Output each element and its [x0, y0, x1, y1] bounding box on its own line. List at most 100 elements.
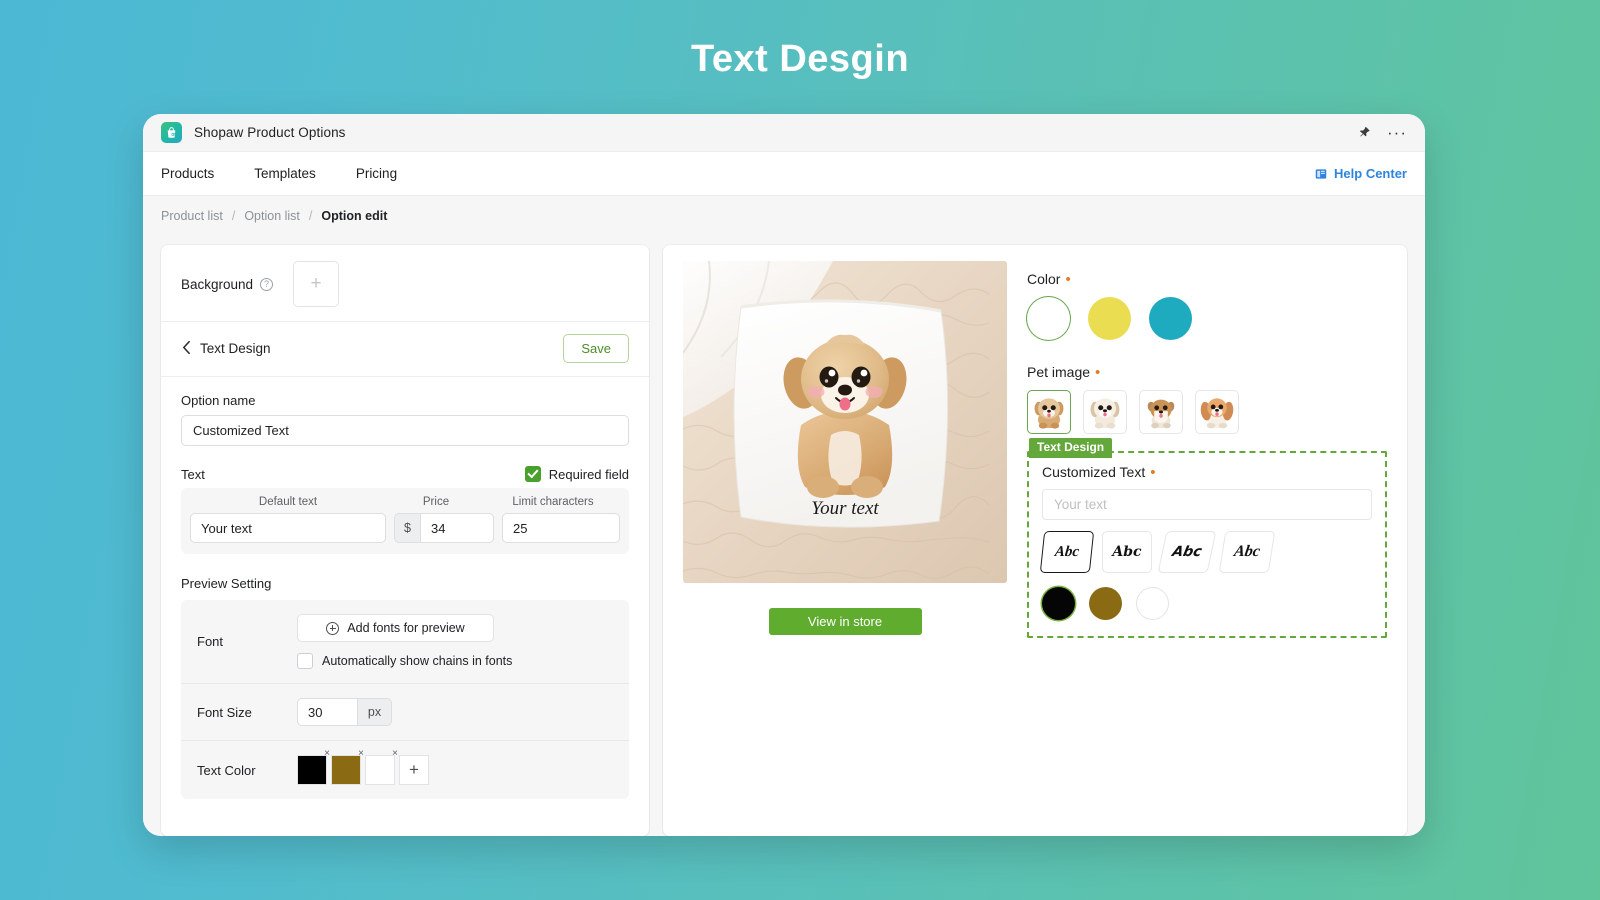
tab-products[interactable]: Products: [161, 166, 214, 181]
pet-thumb-golden-puppy[interactable]: [1027, 390, 1071, 434]
font-style-option-1[interactable]: Abc: [1039, 531, 1095, 573]
more-options-icon[interactable]: ···: [1387, 124, 1407, 141]
font-controls: Add fonts for preview Automatically show…: [297, 614, 613, 669]
required-marker: •: [1065, 270, 1071, 288]
view-in-store-button[interactable]: View in store: [768, 608, 922, 635]
pet-image-option-label: Pet image •: [1027, 364, 1387, 380]
color-swatch-yellow[interactable]: [1088, 297, 1131, 340]
tab-pricing[interactable]: Pricing: [356, 166, 397, 181]
main-nav: Products Templates Pricing Help Center: [143, 152, 1425, 196]
font-size-input[interactable]: 30: [297, 698, 357, 726]
app-title: Shopaw Product Options: [194, 125, 346, 140]
book-icon: [1314, 167, 1328, 181]
text-color-swatch[interactable]: ×: [365, 749, 398, 785]
app-window: Shopaw Product Options ··· Products Temp…: [143, 114, 1425, 836]
required-field-checkbox[interactable]: [524, 466, 541, 482]
breadcrumb-separator: /: [231, 208, 236, 223]
product-preview-image: Your text: [683, 261, 1007, 583]
page-content: Background ? + Text Design Save Option n…: [143, 235, 1425, 836]
default-text-input[interactable]: Your text: [190, 513, 386, 543]
limit-characters-input[interactable]: 25: [502, 513, 620, 543]
product-options-column: Color • Pet image • Text Design Customiz…: [1027, 261, 1387, 836]
breadcrumb-separator: /: [308, 208, 313, 223]
text-color-swatches: × × × +: [297, 749, 613, 785]
text-color-controls: × × × +: [297, 749, 613, 785]
show-chains-checkbox[interactable]: [297, 653, 313, 669]
text-color-option-row: [1042, 587, 1372, 620]
column-limit-characters: Limit characters: [512, 496, 594, 508]
text-color-option-black[interactable]: [1042, 587, 1075, 620]
font-style-row: Abc Abc Abc Abc: [1039, 531, 1372, 573]
close-x-icon[interactable]: ×: [358, 749, 364, 759]
price-field-group: $ 34: [394, 513, 494, 543]
preview-setting-box: Font Add fonts for preview Automatically…: [181, 600, 629, 799]
text-color-option-white[interactable]: [1136, 587, 1169, 620]
text-design-highlight: Text Design Customized Text • Abc Abc Ab…: [1027, 438, 1387, 638]
add-fonts-button[interactable]: Add fonts for preview: [297, 614, 494, 642]
pillow-custom-text: Your text: [811, 498, 879, 519]
color-swatch-row: [1027, 297, 1387, 340]
preview-setting-title: Preview Setting: [181, 576, 272, 591]
add-text-color-button[interactable]: +: [399, 755, 429, 785]
show-chains-label: Automatically show chains in fonts: [322, 654, 513, 668]
pet-image-label-text: Pet image: [1027, 364, 1091, 380]
text-color-swatch[interactable]: ×: [297, 749, 330, 785]
font-size-unit: px: [357, 698, 392, 726]
color-label-text: Color: [1027, 271, 1061, 287]
background-label: Background: [181, 276, 254, 292]
pet-thumb-bulldog-puppy[interactable]: [1139, 390, 1183, 434]
tab-templates[interactable]: Templates: [254, 166, 316, 181]
font-style-option-2[interactable]: Abc: [1102, 531, 1152, 573]
currency-prefix: $: [394, 513, 420, 543]
pet-thumb-shih-tzu-puppy[interactable]: [1083, 390, 1127, 434]
close-x-icon[interactable]: ×: [324, 749, 330, 759]
show-chains-toggle[interactable]: Automatically show chains in fonts: [297, 653, 613, 669]
font-size-controls: 30 px: [297, 698, 613, 726]
font-row: Font Add fonts for preview Automatically…: [181, 600, 629, 683]
font-label: Font: [197, 634, 224, 649]
price-input[interactable]: 34: [420, 513, 494, 543]
text-color-option-gold[interactable]: [1089, 587, 1122, 620]
pin-icon[interactable]: [1358, 125, 1371, 141]
font-size-row: Font Size 30 px: [181, 683, 629, 740]
save-button[interactable]: Save: [563, 334, 629, 363]
color-swatch-white[interactable]: [1027, 297, 1070, 340]
option-name-input[interactable]: [181, 415, 629, 446]
font-size-field-group: 30 px: [297, 698, 392, 726]
section-header: Text Design Save: [161, 322, 649, 377]
help-center-link[interactable]: Help Center: [1314, 166, 1407, 181]
required-field-toggle[interactable]: Required field: [524, 466, 629, 482]
chevron-left-icon[interactable]: [173, 340, 200, 358]
text-color-swatch[interactable]: ×: [331, 749, 364, 785]
live-preview-panel: Your text View in store Color • Pet imag…: [663, 245, 1407, 836]
page-title: Text Desgin: [690, 38, 910, 80]
text-block-header: Text Required field: [181, 466, 629, 482]
background-row: Background ? +: [161, 245, 649, 322]
font-style-option-4[interactable]: Abc: [1218, 531, 1276, 573]
shopping-bag-icon: [161, 122, 182, 143]
plus-circle-icon: [326, 621, 340, 635]
required-marker: •: [1095, 363, 1101, 381]
option-editor-panel: Background ? + Text Design Save Option n…: [161, 245, 649, 836]
column-price: Price: [422, 496, 450, 508]
required-marker: •: [1150, 463, 1156, 481]
app-titlebar: Shopaw Product Options ···: [143, 114, 1425, 152]
customized-text-input[interactable]: [1042, 489, 1372, 520]
breadcrumb: Product list / Option list / Option edit: [143, 196, 1425, 235]
color-swatch-teal[interactable]: [1149, 297, 1192, 340]
table-row: Your text $ 34 25: [190, 513, 620, 543]
close-x-icon[interactable]: ×: [392, 749, 398, 759]
question-mark-icon[interactable]: ?: [260, 277, 274, 291]
pet-image-row: [1027, 390, 1387, 434]
breadcrumb-product-list[interactable]: Product list: [161, 209, 223, 223]
customized-text-label-text: Customized Text: [1042, 464, 1146, 480]
pet-thumb-spaniel-puppy[interactable]: [1195, 390, 1239, 434]
customized-text-label: Customized Text •: [1042, 464, 1372, 480]
add-background-button[interactable]: +: [293, 261, 340, 307]
text-design-badge: Text Design: [1029, 438, 1113, 458]
font-style-option-3[interactable]: Abc: [1157, 531, 1217, 573]
text-color-row: Text Color × × × +: [181, 740, 629, 799]
breadcrumb-option-list[interactable]: Option list: [244, 209, 300, 223]
add-fonts-label: Add fonts for preview: [347, 621, 465, 635]
font-size-label: Font Size: [197, 704, 252, 720]
